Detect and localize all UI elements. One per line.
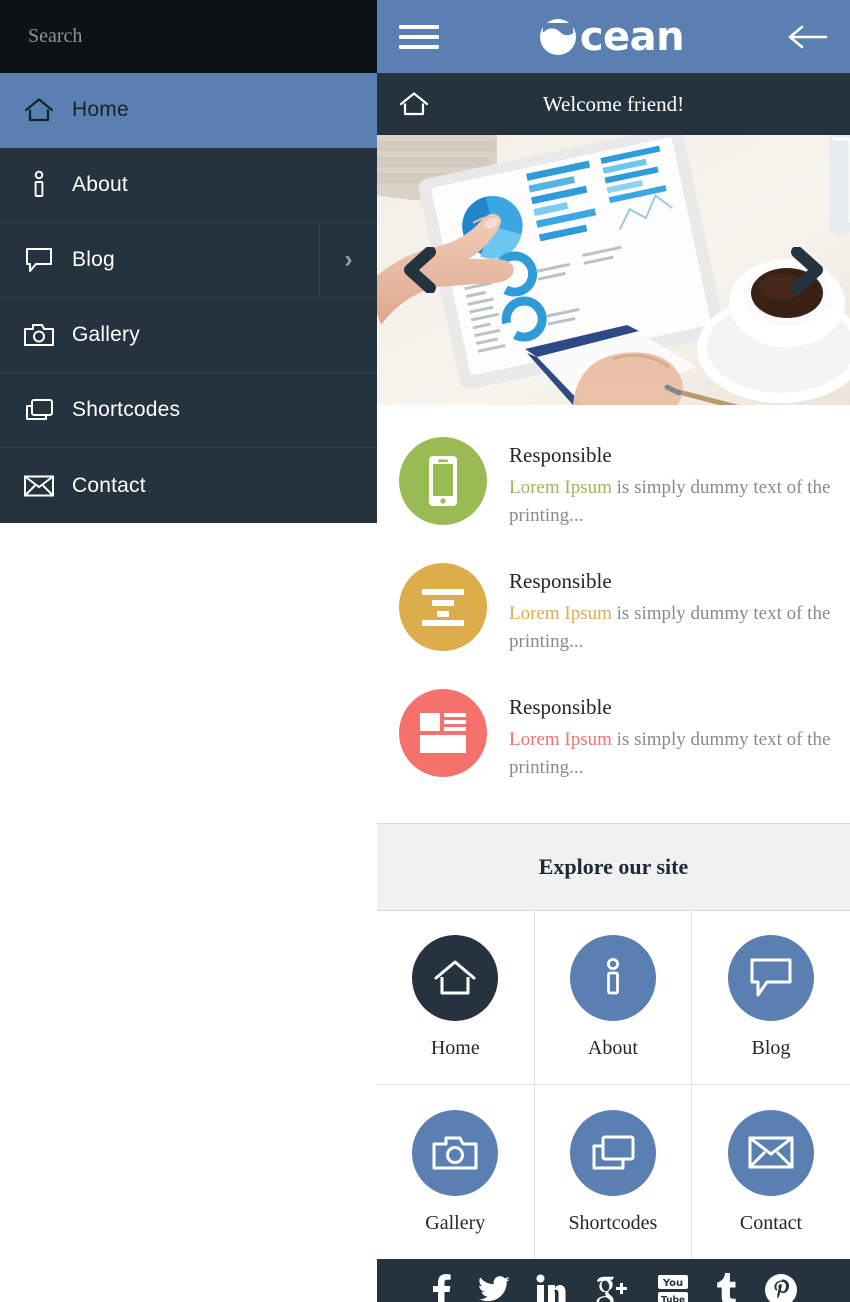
envelope-icon (748, 1136, 794, 1169)
chevron-right-icon (791, 247, 823, 293)
explore-cell-label: About (587, 1037, 638, 1060)
hero-carousel[interactable] (377, 135, 850, 405)
feature-title: Responsible (509, 443, 612, 467)
explore-cell-blog[interactable]: Blog (692, 911, 850, 1086)
welcome-message: Welcome friend! (542, 91, 685, 116)
explore-title: Explore our site (538, 854, 689, 880)
brand-logo-group[interactable]: cean (439, 15, 782, 59)
grid-icon-circle (412, 1109, 499, 1196)
windows-icon (592, 1135, 635, 1170)
facebook-icon[interactable] (430, 1270, 452, 1302)
search-bar[interactable] (0, 0, 377, 73)
explore-cell-home[interactable]: Home (377, 911, 535, 1086)
grid-icon-circle (727, 1109, 814, 1196)
app-preview-panel: cean Welcome friend! Responsible Lorem I… (377, 0, 850, 1302)
feature-icon-circle (399, 563, 487, 652)
sidebar-item-blog[interactable]: Blog › (0, 223, 377, 298)
camera-icon (432, 1136, 478, 1170)
sidebar-drawer: Home About Blog › (0, 0, 377, 523)
google-plus-icon[interactable] (592, 1270, 630, 1302)
sidebar-item-label: Gallery (72, 323, 140, 346)
sidebar-item-label: Shortcodes (72, 398, 181, 421)
explore-cell-label: Contact (739, 1211, 803, 1234)
layout-columns-icon (420, 713, 466, 754)
comment-icon (750, 958, 792, 997)
svg-text:Tube: Tube (660, 1296, 684, 1302)
explore-cell-label: Blog (751, 1037, 791, 1060)
explore-cell-shortcodes[interactable]: Shortcodes (535, 1085, 693, 1260)
explore-cell-gallery[interactable]: Gallery (377, 1085, 535, 1260)
pinterest-icon[interactable] (764, 1270, 798, 1302)
ocean-o-logo-icon (539, 18, 576, 55)
feature-link[interactable]: Lorem Ipsum (509, 477, 612, 498)
hero-image (377, 135, 850, 405)
feature-description: Lorem Ipsum is simply dummy text of the … (509, 600, 834, 655)
feature-description: Lorem Ipsum is simply dummy text of the … (509, 726, 834, 781)
svg-text:You: You (661, 1278, 682, 1289)
sidebar-item-gallery[interactable]: Gallery (0, 298, 377, 373)
home-icon (434, 960, 476, 995)
youtube-icon[interactable]: You Tube (656, 1270, 690, 1302)
feature-text: Responsible Lorem Ipsum is simply dummy … (509, 563, 834, 655)
search-input[interactable] (28, 25, 328, 48)
home-icon[interactable] (399, 91, 429, 117)
info-icon (606, 958, 619, 995)
tumblr-icon[interactable] (716, 1270, 738, 1302)
feature-icon-circle (399, 689, 487, 778)
chevron-left-icon (404, 247, 436, 293)
carousel-next-button[interactable] (784, 247, 830, 293)
feature-text: Responsible Lorem Ipsum is simply dummy … (509, 689, 834, 781)
sidebar-item-home[interactable]: Home (0, 73, 377, 148)
sidebar-item-label: Blog (72, 248, 115, 271)
feature-link[interactable]: Lorem Ipsum (509, 603, 612, 624)
comment-icon (20, 243, 58, 277)
feature-item[interactable]: Responsible Lorem Ipsum is simply dummy … (377, 679, 850, 791)
feature-item[interactable]: Responsible Lorem Ipsum is simply dummy … (377, 427, 850, 539)
text-align-center-icon (422, 589, 464, 627)
sidebar-item-contact[interactable]: Contact (0, 448, 377, 523)
app-screenshot: Home About Blog › (0, 0, 850, 1302)
linkedin-icon[interactable] (536, 1270, 566, 1302)
windows-icon (20, 393, 58, 427)
welcome-bar: Welcome friend! (377, 73, 850, 135)
grid-icon-circle (412, 935, 499, 1022)
social-footer: You Tube (377, 1259, 850, 1302)
twitter-icon[interactable] (477, 1270, 510, 1302)
sidebar-item-label: About (72, 173, 128, 196)
sidebar-item-shortcodes[interactable]: Shortcodes (0, 373, 377, 448)
sidebar-item-label: Contact (72, 473, 146, 497)
info-icon (20, 168, 58, 202)
smartphone-icon (429, 456, 457, 506)
explore-cell-label: Gallery (425, 1211, 486, 1234)
feature-link[interactable]: Lorem Ipsum (509, 729, 612, 750)
back-arrow-icon[interactable] (782, 23, 828, 51)
explore-grid: Home About Blog Gallery Shortcodes Conta… (377, 911, 850, 1260)
grid-icon-circle (569, 935, 656, 1022)
explore-cell-contact[interactable]: Contact (692, 1085, 850, 1259)
home-icon (20, 93, 58, 127)
grid-icon-circle (569, 1109, 656, 1196)
feature-item[interactable]: Responsible Lorem Ipsum is simply dummy … (377, 553, 850, 665)
hamburger-icon[interactable] (399, 19, 439, 55)
sidebar-item-about[interactable]: About (0, 148, 377, 223)
feature-text: Responsible Lorem Ipsum is simply dummy … (509, 437, 834, 529)
explore-cell-about[interactable]: About (534, 911, 693, 1086)
app-topbar: cean (377, 0, 850, 73)
explore-cell-label: Home (430, 1037, 480, 1060)
feature-icon-circle (399, 437, 487, 525)
brand-name: cean (579, 13, 685, 60)
features-list: Responsible Lorem Ipsum is simply dummy … (377, 405, 850, 815)
feature-title: Responsible (509, 695, 612, 720)
envelope-icon (20, 469, 58, 503)
sidebar-item-label: Home (72, 98, 129, 121)
feature-description: Lorem Ipsum is simply dummy text of the … (509, 474, 834, 529)
feature-title: Responsible (509, 569, 612, 594)
explore-cell-label: Shortcodes (568, 1211, 658, 1234)
explore-header: Explore our site (377, 823, 850, 912)
grid-icon-circle (727, 935, 814, 1022)
carousel-prev-button[interactable] (397, 247, 443, 293)
sidebar-submenu-toggle-blog[interactable]: › (319, 223, 377, 297)
camera-icon (20, 318, 58, 352)
